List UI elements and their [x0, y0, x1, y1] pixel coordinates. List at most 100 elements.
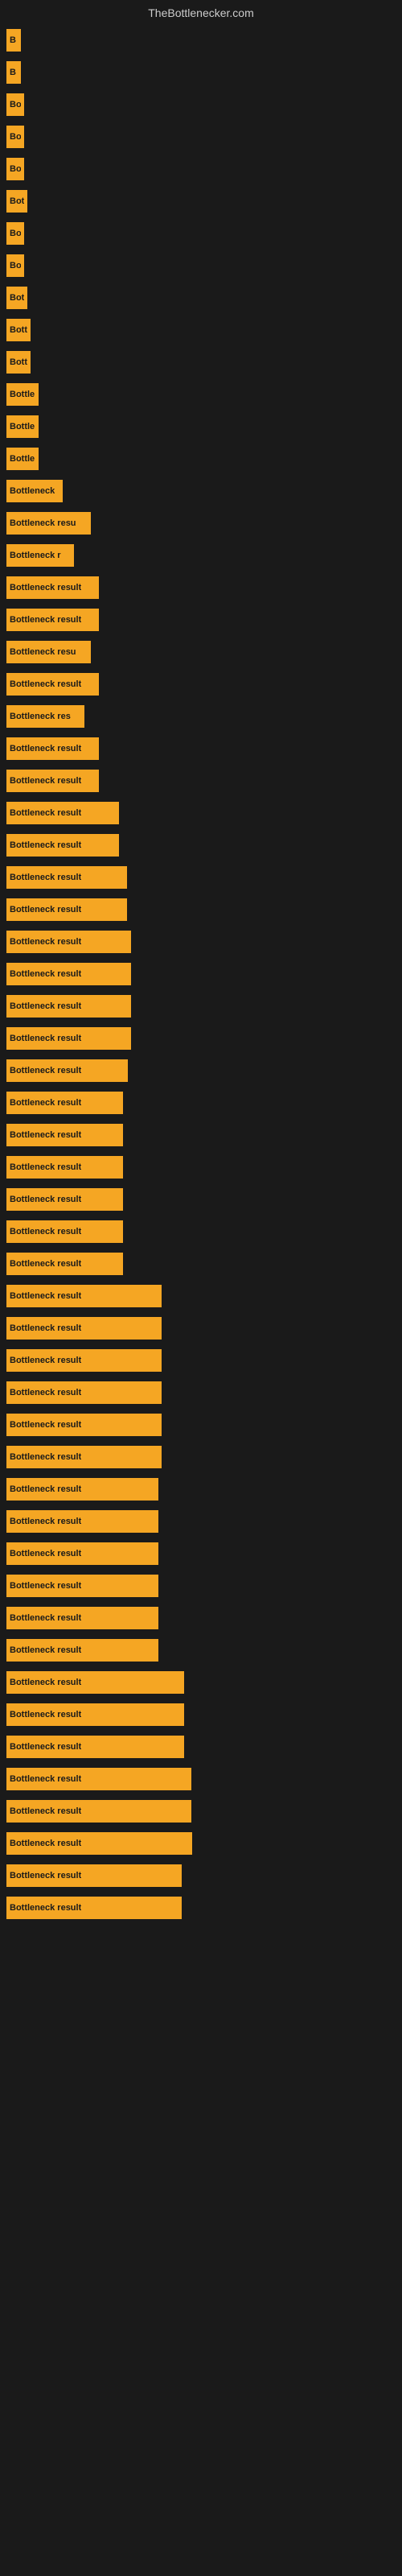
list-item: Bott [0, 314, 402, 346]
bottleneck-bar: Bottleneck result [6, 1188, 123, 1211]
bottleneck-bar: Bottleneck result [6, 931, 131, 953]
list-item: Bottleneck result [0, 1377, 402, 1409]
list-item: Bot [0, 185, 402, 217]
list-item: Bo [0, 121, 402, 153]
bottleneck-label: Bo [10, 164, 21, 174]
bottleneck-bar: Bottleneck result [6, 1349, 162, 1372]
list-item: Bottleneck result [0, 1666, 402, 1699]
list-item: Bottleneck result [0, 604, 402, 636]
bottleneck-bar: Bottleneck result [6, 1092, 123, 1114]
bottleneck-bar: Bott [6, 319, 31, 341]
list-item: Bot [0, 282, 402, 314]
bottleneck-label: Bottleneck result [10, 1517, 81, 1526]
bottleneck-label: Bottle [10, 454, 35, 464]
list-item: Bottle [0, 378, 402, 411]
bottleneck-bar: Bottleneck result [6, 1575, 158, 1597]
bottleneck-label: Bottleneck result [10, 1774, 81, 1784]
bottleneck-bar: Bottleneck result [6, 1671, 184, 1694]
bottleneck-label: Bottleneck result [10, 1034, 81, 1043]
bottleneck-label: Bottleneck resu [10, 647, 76, 657]
bottleneck-bar: Bo [6, 158, 24, 180]
list-item: Bottleneck result [0, 1055, 402, 1087]
bottleneck-bar: Bottleneck [6, 480, 63, 502]
list-item: Bottleneck result [0, 990, 402, 1022]
bottleneck-label: Bo [10, 100, 21, 109]
list-item: B [0, 24, 402, 56]
list-item: Bottleneck result [0, 1570, 402, 1602]
list-item: Bottleneck result [0, 1634, 402, 1666]
results-container: BBBoBoBoBotBoBoBotBottBottBottleBottleBo… [0, 0, 402, 1924]
list-item: Bottleneck result [0, 1860, 402, 1892]
list-item: Bottleneck result [0, 1795, 402, 1827]
list-item: Bottleneck result [0, 1473, 402, 1505]
bottleneck-label: Bottleneck result [10, 1549, 81, 1558]
bottleneck-bar: Bottleneck result [6, 1510, 158, 1533]
bottleneck-label: Bottle [10, 390, 35, 399]
bottleneck-bar: Bottleneck result [6, 737, 99, 760]
bottleneck-label: Bottleneck result [10, 1356, 81, 1365]
bottleneck-bar: Bot [6, 287, 27, 309]
list-item: Bottleneck result [0, 1119, 402, 1151]
bottleneck-label: Bottleneck result [10, 1066, 81, 1075]
bottleneck-bar: Bottleneck resu [6, 641, 91, 663]
bottleneck-label: Bottleneck result [10, 1259, 81, 1269]
bottleneck-bar: Bottleneck result [6, 1897, 182, 1919]
bottleneck-label: Bottleneck result [10, 1742, 81, 1752]
bottleneck-bar: Bottleneck result [6, 898, 127, 921]
bottleneck-label: Bot [10, 196, 24, 206]
list-item: Bottleneck result [0, 829, 402, 861]
bottleneck-bar: Bott [6, 351, 31, 374]
bottleneck-bar: Bottleneck res [6, 705, 84, 728]
list-item: Bottleneck result [0, 733, 402, 765]
bottleneck-bar: Bottleneck result [6, 1317, 162, 1340]
bottleneck-label: Bottleneck result [10, 1162, 81, 1172]
bottleneck-label: Bottleneck result [10, 969, 81, 979]
list-item: Bottleneck result [0, 1409, 402, 1441]
list-item: Bottleneck result [0, 1183, 402, 1216]
list-item: Bottleneck result [0, 1602, 402, 1634]
bottleneck-label: Bott [10, 357, 27, 367]
bottleneck-label: Bottleneck result [10, 840, 81, 850]
bottleneck-label: Bottleneck result [10, 1420, 81, 1430]
bottleneck-label: Bottleneck result [10, 905, 81, 914]
bottleneck-label: Bottleneck result [10, 937, 81, 947]
bottleneck-bar: Bottleneck result [6, 576, 99, 599]
bottleneck-bar: Bottleneck result [6, 1156, 123, 1179]
bottleneck-bar: Bottleneck result [6, 1414, 162, 1436]
list-item: Bo [0, 217, 402, 250]
list-item: Bottleneck result [0, 1022, 402, 1055]
list-item: Bottleneck resu [0, 636, 402, 668]
bottleneck-bar: Bottleneck result [6, 1800, 191, 1823]
list-item: Bottleneck result [0, 1280, 402, 1312]
list-item: Bottleneck result [0, 1538, 402, 1570]
list-item: Bottleneck result [0, 668, 402, 700]
list-item: Bottleneck result [0, 958, 402, 990]
bottleneck-bar: B [6, 61, 21, 84]
bottleneck-bar: Bottleneck result [6, 1059, 128, 1082]
bottleneck-label: Bottleneck result [10, 1645, 81, 1655]
list-item: Bottleneck result [0, 765, 402, 797]
bottleneck-bar: Bot [6, 190, 27, 213]
bottleneck-bar: Bottleneck result [6, 1832, 192, 1855]
bottleneck-bar: Bottleneck result [6, 1768, 191, 1790]
bottleneck-bar: Bottleneck result [6, 1446, 162, 1468]
list-item: Bottleneck result [0, 1248, 402, 1280]
bottleneck-label: Bottleneck result [10, 873, 81, 882]
bottleneck-label: Bottleneck result [10, 1195, 81, 1204]
list-item: Bottleneck result [0, 1151, 402, 1183]
list-item: Bo [0, 89, 402, 121]
bottleneck-bar: Bo [6, 93, 24, 116]
bottleneck-bar: B [6, 29, 21, 52]
list-item: Bottle [0, 411, 402, 443]
bottleneck-label: Bottleneck result [10, 1130, 81, 1140]
list-item: Bottleneck result [0, 572, 402, 604]
bottleneck-bar: Bottleneck result [6, 963, 131, 985]
bottleneck-bar: Bottleneck result [6, 673, 99, 696]
bottleneck-label: Bottleneck result [10, 1903, 81, 1913]
bottleneck-label: Bottleneck result [10, 1678, 81, 1687]
bottleneck-label: Bottleneck res [10, 712, 71, 721]
bottleneck-bar: Bottleneck result [6, 609, 99, 631]
list-item: Bottleneck r [0, 539, 402, 572]
bottleneck-bar: Bottleneck result [6, 1478, 158, 1501]
bottleneck-label: Bottleneck result [10, 1806, 81, 1816]
